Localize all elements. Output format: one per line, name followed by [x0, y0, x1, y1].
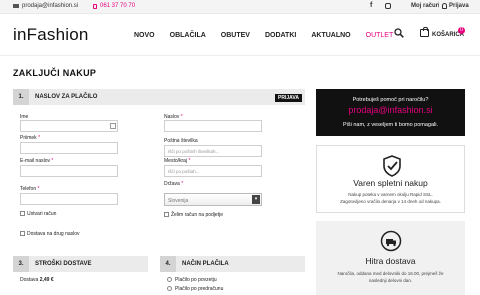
user-icon	[442, 3, 447, 9]
label-postna-text: Poštna številka	[164, 138, 198, 144]
label-drzava-text: Država	[164, 181, 180, 187]
payment-method-header: 4. NAČIN PLAČILA	[160, 256, 305, 272]
login-link-text: Prijava	[449, 3, 469, 9]
fast-delivery-title: Hitra dostava	[365, 256, 416, 266]
divider: |	[438, 2, 440, 8]
payment-option-cod-radio[interactable]	[167, 277, 172, 282]
priimek-field[interactable]	[20, 142, 118, 154]
main-nav: NOVO OBLAČILA OBUTEV DODATKI AKTUALNO OU…	[134, 32, 408, 39]
label-priimek: Priimek *	[20, 135, 41, 141]
help-box: Potrebuješ pomoč pri naročilu? prodaja@i…	[316, 89, 465, 136]
label-email: E-mail naslov *	[20, 158, 54, 164]
contact-email[interactable]: prodaja@infashion.si	[13, 3, 78, 9]
email-field[interactable]	[20, 165, 118, 177]
telefon-field[interactable]	[20, 193, 118, 205]
login-link[interactable]: Prijava	[442, 3, 469, 9]
country-select[interactable]: Slovenija ▾	[164, 193, 262, 206]
nav-item-aktualno[interactable]: AKTUALNO	[311, 32, 350, 39]
search-icon[interactable]	[394, 28, 404, 38]
step-number: 3.	[13, 256, 29, 272]
create-account-label: Ustvari račun	[27, 211, 57, 217]
secure-purchase-line1: Nakup poteka v varnem okolju Rapid SSL.	[348, 192, 433, 197]
city-field[interactable]: Išči po poštah...	[164, 165, 262, 177]
secure-purchase-line2: Zagotovljeno vračilo denarja v 14 dneh o…	[340, 199, 441, 204]
delivery-label-text: Dostava	[20, 277, 39, 283]
delivery-label: Dostava 2,49 €	[20, 277, 54, 283]
naslov-field[interactable]	[164, 120, 262, 132]
shopping-bag-icon	[420, 27, 429, 37]
facebook-icon[interactable]: f	[370, 2, 372, 9]
payment-option-invoice-label: Plačilo po predračunu	[175, 286, 224, 292]
step-number: 4.	[160, 256, 176, 272]
help-email-link[interactable]: prodaja@infashion.si	[316, 105, 465, 115]
help-question: Potrebuješ pomoč pri naročilu?	[352, 97, 429, 103]
label-priimek-text: Priimek	[20, 135, 37, 141]
envelope-icon	[13, 4, 19, 8]
instagram-icon[interactable]	[385, 3, 391, 9]
calendar-icon	[110, 123, 116, 129]
section-title: NASLOV ZA PLAČILO	[35, 94, 98, 100]
delivery-clock-icon	[380, 230, 402, 252]
chevron-down-icon: ▾	[252, 195, 260, 204]
secure-purchase-title: Varen spletni nakup	[353, 178, 428, 188]
login-button[interactable]: PRIJAVA	[275, 94, 302, 102]
my-account-link[interactable]: Moj račun	[411, 3, 439, 9]
create-account-checkbox[interactable]	[20, 211, 25, 216]
delivery-price: 2,49 €	[39, 277, 54, 283]
other-address-label: Dostava na drug naslov	[27, 231, 80, 237]
country-select-value: Slovenija	[168, 198, 189, 204]
label-telefon: Telefon *	[20, 186, 40, 192]
company-invoice-label: Želim račun na podjetje	[171, 212, 223, 218]
site-logo[interactable]: inFashion	[13, 25, 89, 45]
cart-button[interactable]: KOŠARICA 0	[420, 27, 465, 41]
fast-delivery-box: Hitra dostava Naročila, oddana med delov…	[316, 221, 465, 295]
nav-item-oblacila[interactable]: OBLAČILA	[170, 32, 206, 39]
section-title: NAČIN PLAČILA	[182, 261, 229, 267]
label-postna: Poštna številka	[164, 138, 198, 144]
other-address-checkbox[interactable]	[20, 231, 25, 236]
billing-address-header: 1. NASLOV ZA PLAČILO	[13, 89, 305, 105]
fast-delivery-line1: Naročila, oddana med delovniki do 16.00,…	[337, 271, 444, 276]
page-title: ZAKLJUČI NAKUP	[13, 68, 97, 78]
secure-purchase-box: Varen spletni nakup Nakup poteka v varne…	[316, 145, 465, 213]
postal-code-field[interactable]: Išči po poštnih številkah...	[164, 145, 262, 157]
section-title: STROŠKI DOSTAVE	[35, 261, 92, 267]
phone-icon	[93, 3, 97, 9]
label-telefon-text: Telefon	[20, 186, 37, 192]
fast-delivery-line2: naslednji delovni dan.	[368, 278, 413, 283]
ime-field[interactable]	[20, 120, 118, 132]
payment-option-cod-label: Plačilo po povzetju	[175, 277, 217, 283]
shield-check-icon	[383, 155, 401, 177]
label-mesto: Mesto/kraj *	[164, 158, 191, 164]
top-bar: prodaja@infashion.si 061 37 70 70 f Moj …	[0, 0, 480, 14]
contact-phone[interactable]: 061 37 70 70	[93, 3, 135, 9]
label-email-text: E-mail naslov	[20, 158, 51, 164]
label-mesto-text: Mesto/kraj	[164, 158, 188, 164]
nav-item-dodatki[interactable]: DODATKI	[265, 32, 296, 39]
company-invoice-checkbox[interactable]	[164, 212, 169, 217]
payment-option-invoice-radio[interactable]	[167, 286, 172, 291]
help-subtitle: Piši nam, z veseljem ti bomo pomagali.	[342, 122, 439, 128]
nav-item-novo[interactable]: NOVO	[134, 32, 155, 39]
contact-email-text: prodaja@infashion.si	[22, 3, 79, 9]
shipping-cost-header: 3. STROŠKI DOSTAVE	[13, 256, 148, 272]
contact-phone-text: 061 37 70 70	[100, 3, 136, 9]
site-header: inFashion NOVO OBLAČILA OBUTEV DODATKI A…	[0, 14, 480, 56]
nav-item-obutev[interactable]: OBUTEV	[221, 32, 250, 39]
step-number: 1.	[13, 89, 29, 105]
cart-count-badge: 0	[458, 27, 465, 34]
label-drzava: Država *	[164, 181, 184, 187]
nav-item-outlet[interactable]: OUTLET	[366, 32, 394, 39]
